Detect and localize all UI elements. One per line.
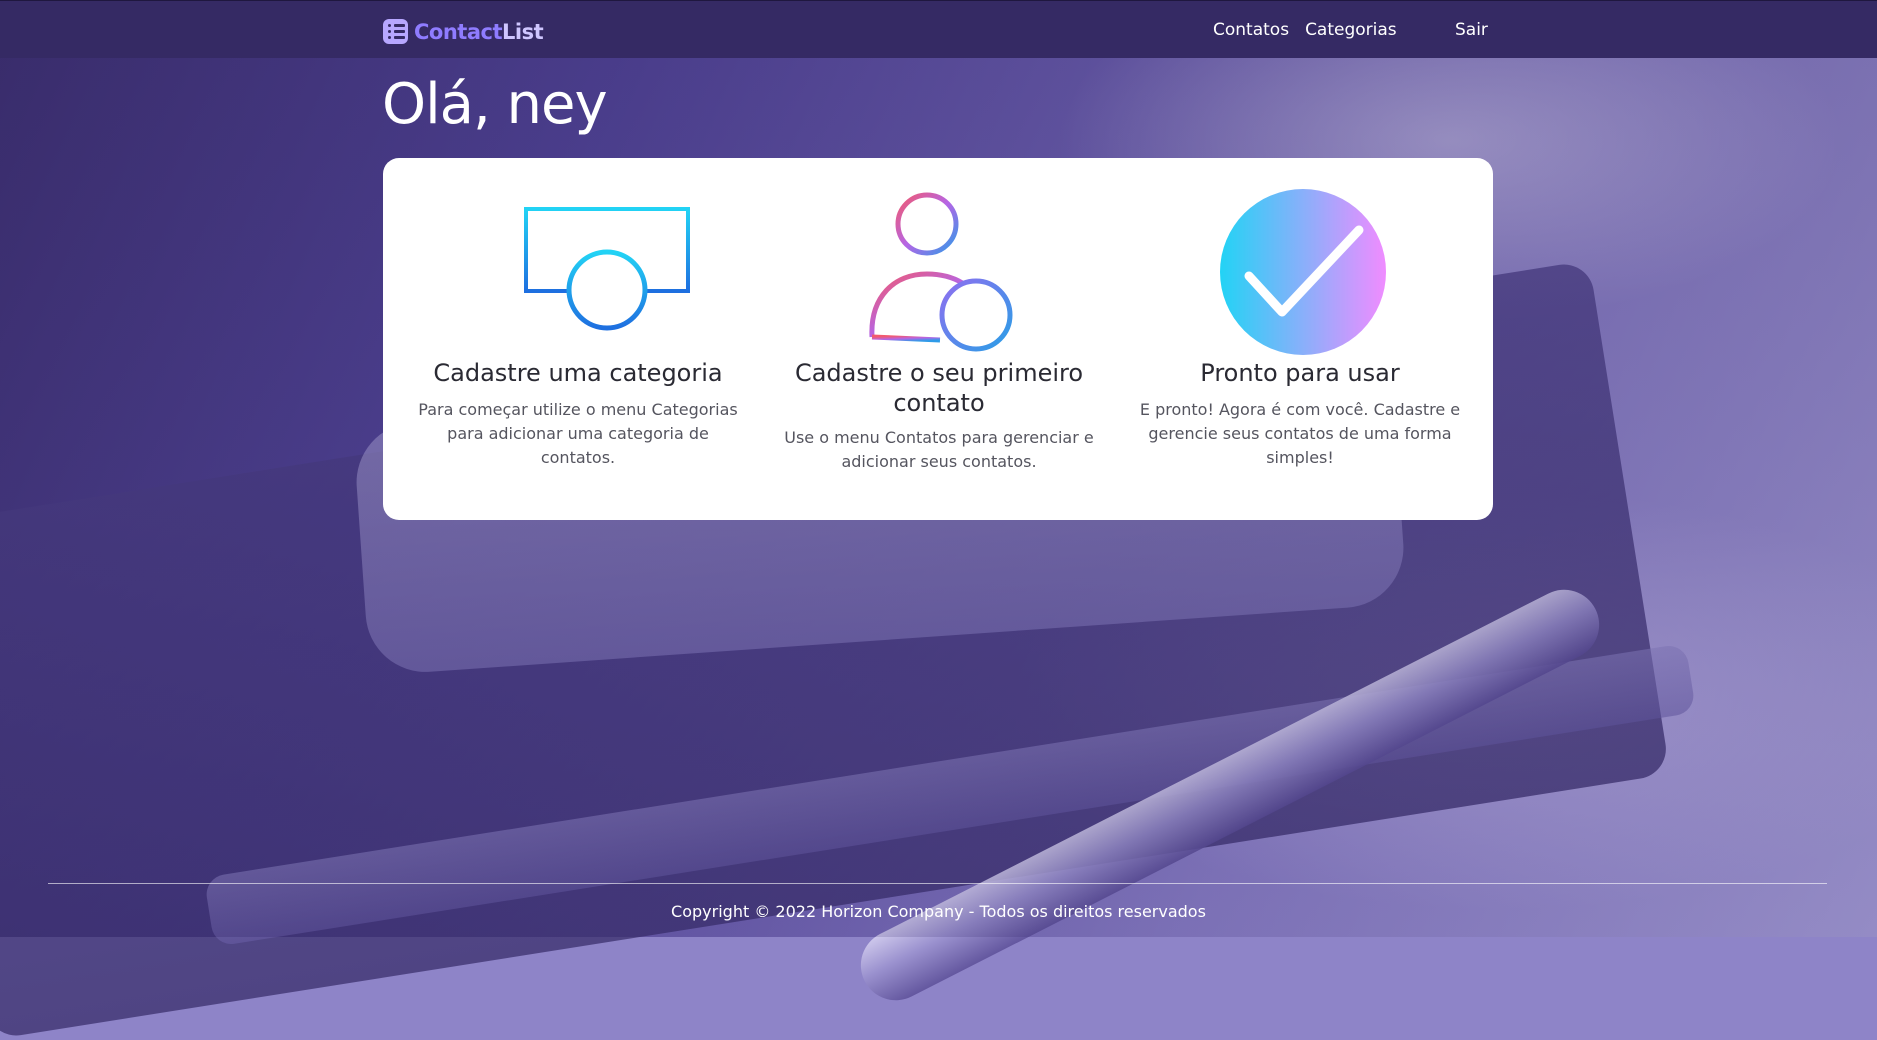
brand-name: ContactList bbox=[414, 19, 544, 44]
step-description: Use o menu Contatos para gerenciar e adi… bbox=[784, 428, 1094, 471]
step-title: Cadastre uma categoria bbox=[433, 359, 723, 387]
logout-link[interactable]: Sair bbox=[1455, 20, 1488, 40]
nav-categories-link[interactable]: Categorias bbox=[1305, 20, 1397, 40]
step-title: Pronto para usar bbox=[1200, 359, 1400, 387]
footer-copyright: Copyright © 2022 Horizon Company - Todos… bbox=[671, 902, 1206, 921]
brand-logo[interactable]: ContactList bbox=[383, 19, 544, 44]
nav-contacts-link[interactable]: Contatos bbox=[1213, 20, 1289, 40]
brand-name-part1: Contact bbox=[414, 19, 503, 44]
brand-name-part2: List bbox=[502, 19, 544, 44]
add-user-icon bbox=[869, 192, 1013, 352]
step-description: E pronto! Agora é com você. Cadastre e g… bbox=[1139, 400, 1461, 467]
add-category-icon bbox=[524, 207, 690, 331]
onboarding-card: Cadastre uma categoria Para começar util… bbox=[383, 158, 1493, 520]
navbar: ContactList Contatos Categorias Sair bbox=[0, 0, 1877, 58]
checkmark-circle-icon bbox=[1220, 189, 1386, 355]
page-title: Olá, ney bbox=[382, 72, 608, 137]
step-description: Para começar utilize o menu Categorias p… bbox=[418, 400, 738, 467]
footer-divider bbox=[48, 883, 1827, 884]
step-title: Cadastre o seu primeiro contato bbox=[794, 359, 1084, 417]
list-icon bbox=[383, 19, 408, 44]
nav-links: Contatos Categorias bbox=[1213, 20, 1397, 40]
